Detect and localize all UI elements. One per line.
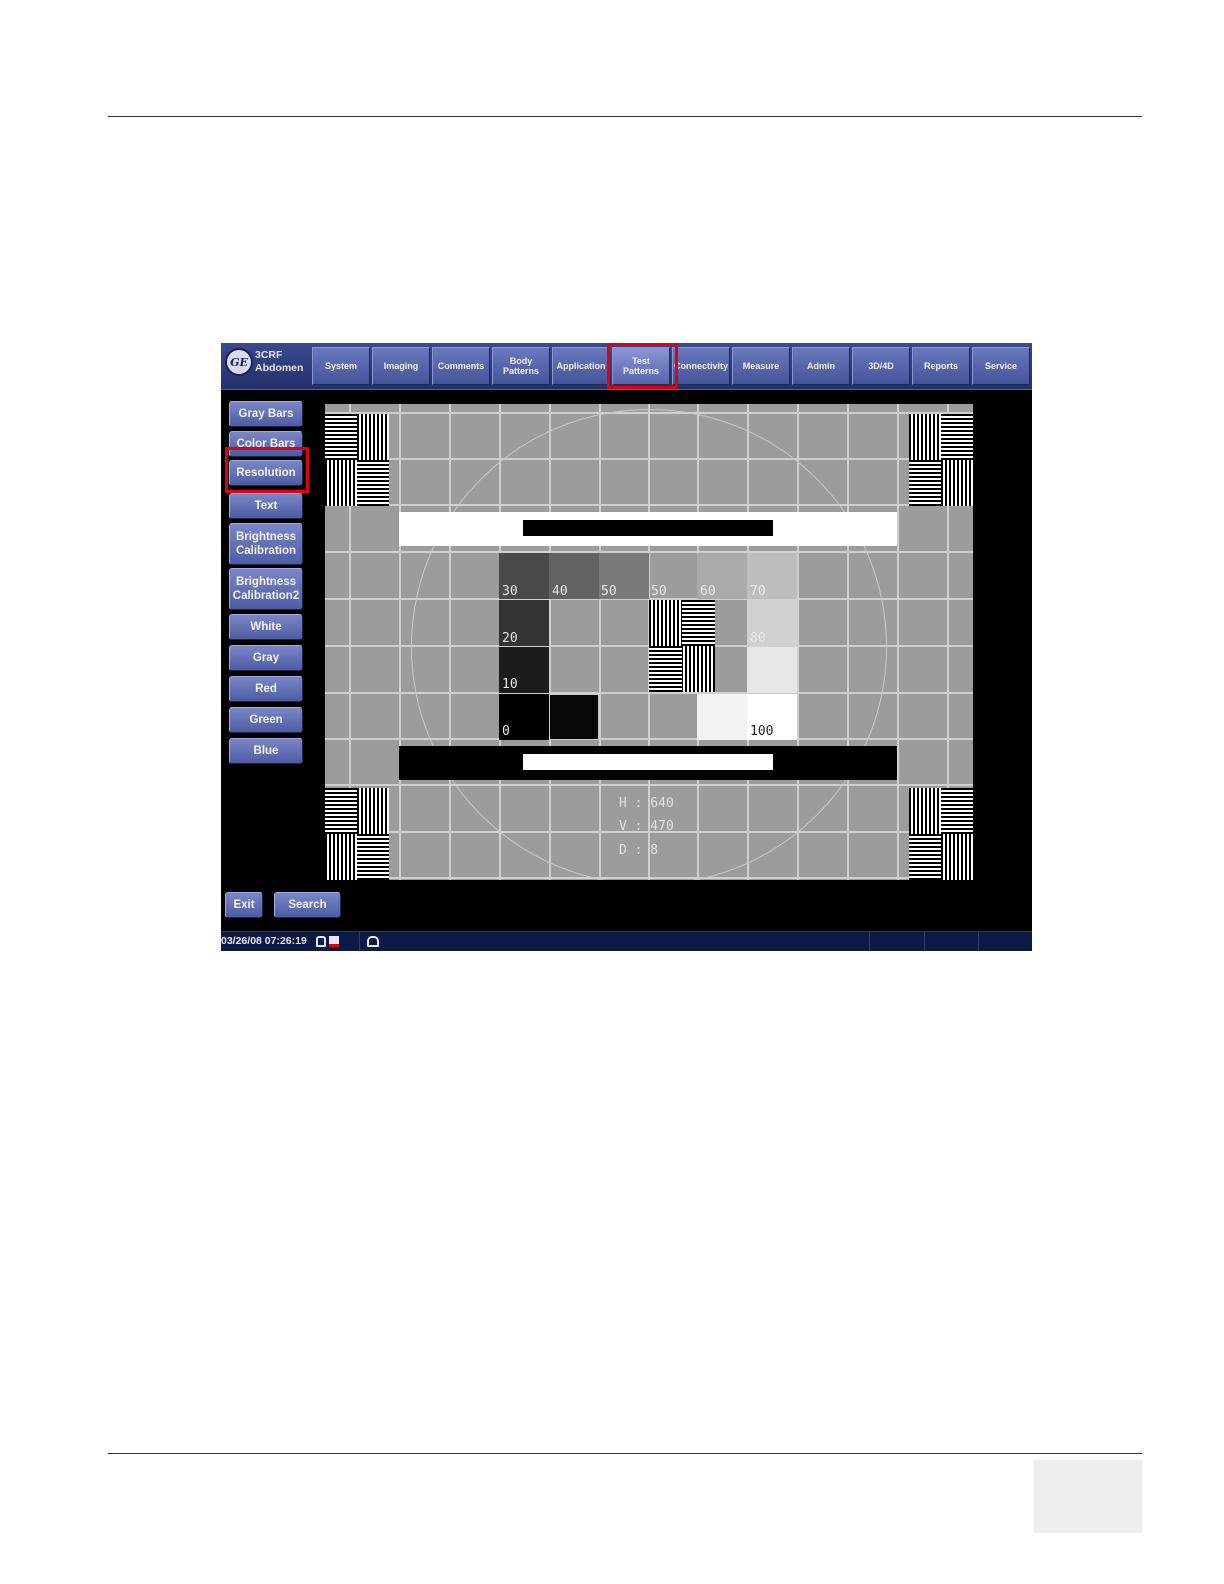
gray-level-label: 20 [502, 631, 518, 646]
gray-level-label: 70 [750, 584, 766, 599]
gray-level-label: 50 [601, 584, 617, 599]
logo-area: GE 3CRF Abdomen [221, 343, 313, 389]
probe-name: 3CRF [255, 349, 283, 361]
tab-application[interactable]: Application [552, 347, 610, 385]
tab-system[interactable]: System [312, 347, 370, 385]
exit-button[interactable]: Exit [225, 892, 263, 918]
depth-readout: D : 8 [619, 843, 659, 858]
phone-icon[interactable] [367, 936, 379, 947]
blue-button[interactable]: Blue [229, 738, 303, 764]
color-bars-button[interactable]: Color Bars [229, 431, 303, 457]
status-divider [869, 932, 870, 951]
status-divider [978, 932, 979, 951]
tab-test-patterns[interactable]: Test Patterns [612, 347, 670, 385]
horizontal-resolution-readout: H : 640 [619, 796, 674, 811]
tab-comments[interactable]: Comments [432, 347, 490, 385]
tab-connectivity[interactable]: Connectivity [672, 347, 730, 385]
status-divider [359, 932, 360, 951]
tab-body-patterns[interactable]: Body Patterns [492, 347, 550, 385]
corner-resolution-pattern-top-right [909, 414, 973, 506]
ge-logo-icon: GE [225, 348, 253, 376]
tab-measure[interactable]: Measure [732, 347, 790, 385]
network-disconnected-icon[interactable] [329, 936, 339, 947]
gray-level-label: 40 [552, 584, 568, 599]
white-button[interactable]: White [229, 614, 303, 640]
ultrasound-screen: GE 3CRF Abdomen System Imaging Comments … [221, 343, 1032, 951]
vertical-resolution-readout: V : 470 [619, 819, 674, 834]
gray-level-label: 60 [700, 584, 716, 599]
tab-3d-4d[interactable]: 3D/4D [852, 347, 910, 385]
light-detail-cell [697, 694, 747, 740]
black-contrast-band [399, 746, 897, 780]
status-bar: 03/26/08 07:26:19 [221, 931, 1032, 951]
center-resolution-pattern [649, 600, 715, 692]
red-button[interactable]: Red [229, 676, 303, 702]
gray-level-label: 10 [502, 677, 518, 692]
resolution-test-pattern: 30 40 50 50 60 70 20 80 10 90 0 100 H : … [325, 404, 973, 880]
date-time: 03/26/08 07:26:19 [221, 935, 307, 947]
gray-level-label: 30 [502, 584, 518, 599]
gray-level-label: 90 [750, 677, 766, 692]
top-menu-bar: GE 3CRF Abdomen System Imaging Comments … [221, 343, 1032, 390]
gray-level-label: 50 [651, 584, 667, 599]
probe-info: 3CRF Abdomen [255, 349, 303, 375]
corner-resolution-pattern-bottom-right [909, 788, 973, 880]
resolution-button[interactable]: Resolution [229, 460, 303, 486]
gray-button[interactable]: Gray [229, 645, 303, 671]
tab-admin[interactable]: Admin [792, 347, 850, 385]
gray-bars-button[interactable]: Gray Bars [229, 401, 303, 427]
tab-reports[interactable]: Reports [912, 347, 970, 385]
header-rule [108, 116, 1142, 117]
tab-imaging[interactable]: Imaging [372, 347, 430, 385]
green-button[interactable]: Green [229, 707, 303, 733]
corner-resolution-pattern-bottom-left [325, 788, 389, 880]
gray-level-label: 0 [502, 724, 510, 739]
grid-line [897, 404, 899, 880]
exam-preset: Abdomen [255, 362, 304, 374]
gray-level-label: 80 [750, 631, 766, 646]
brightness-calibration-button[interactable]: Brightness Calibration [229, 523, 303, 565]
gray-level-label: 100 [750, 724, 774, 739]
corner-resolution-pattern-top-left [325, 414, 389, 506]
text-button[interactable]: Text [229, 493, 303, 519]
page-number-box [1034, 1460, 1142, 1533]
search-button[interactable]: Search [274, 892, 341, 918]
white-contrast-band [399, 512, 897, 546]
lock-icon [316, 936, 326, 947]
footer-rule [108, 1453, 1142, 1454]
dark-detail-cell [549, 694, 599, 740]
status-divider [924, 932, 925, 951]
tab-service[interactable]: Service [972, 347, 1030, 385]
brightness-calibration2-button[interactable]: Brightness Calibration2 [229, 568, 303, 610]
grid-line [399, 404, 401, 880]
